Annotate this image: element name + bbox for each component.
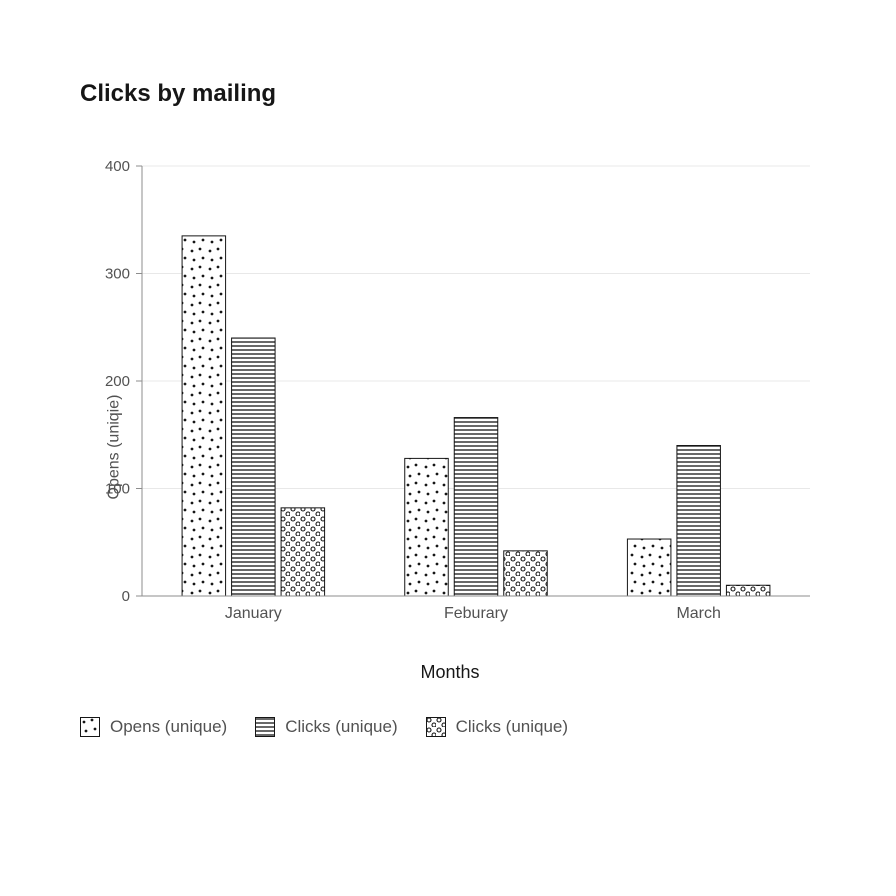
bar [504, 551, 548, 596]
bar [281, 508, 325, 596]
x-tick-label: Feburary [444, 605, 508, 622]
bar [405, 458, 449, 596]
legend-item[interactable]: Opens (unique) [80, 717, 227, 737]
legend-item[interactable]: Clicks (unique) [426, 717, 568, 737]
bar [677, 446, 721, 597]
bar [454, 418, 498, 596]
chart-container: Clicks by mailing Opens (uniqie) [0, 0, 896, 777]
bar [726, 585, 770, 596]
y-axis-label: Opens (uniqie) [105, 394, 123, 499]
legend-label: Clicks (unique) [285, 717, 397, 737]
svg-text:300: 300 [105, 266, 130, 283]
legend-label: Clicks (unique) [456, 717, 568, 737]
svg-text:400: 400 [105, 158, 130, 175]
chart-title: Clicks by mailing [80, 80, 816, 108]
svg-text:200: 200 [105, 373, 130, 390]
chart-svg: 0100200300400 JanuaryFeburaryMarch [80, 156, 820, 626]
chart-legend: Opens (unique) Clicks (unique) Clicks (uni… [80, 717, 820, 737]
bar [182, 236, 226, 596]
x-tick-label: March [676, 605, 720, 622]
legend-swatch [255, 717, 275, 737]
x-tick-label: January [225, 605, 282, 622]
chart-plot-wrap: Opens (uniqie) [80, 156, 820, 737]
legend-item[interactable]: Clicks (unique) [255, 717, 397, 737]
svg-text:0: 0 [122, 588, 130, 605]
legend-swatch [426, 717, 446, 737]
x-axis-label: Months [80, 662, 820, 683]
legend-swatch [80, 717, 100, 737]
bar [627, 539, 671, 596]
bar [232, 338, 276, 596]
legend-label: Opens (unique) [110, 717, 227, 737]
